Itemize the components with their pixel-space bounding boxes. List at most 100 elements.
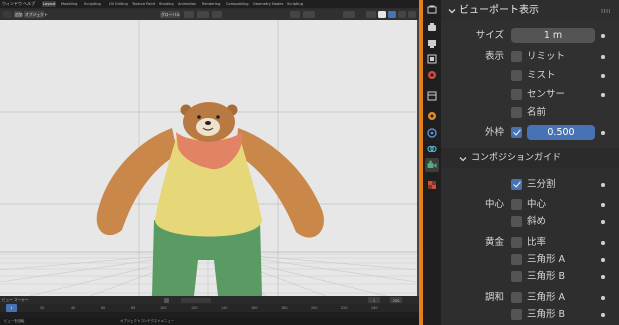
keyframe-dot-icon[interactable] <box>601 34 605 38</box>
keyframe-dot-icon[interactable] <box>601 93 605 97</box>
workspace-tab-modeling[interactable]: Modeling <box>60 1 78 7</box>
tool-icon[interactable] <box>425 3 439 17</box>
chevron-down-icon <box>448 9 456 14</box>
show-sensor-label: センサー <box>527 89 566 100</box>
panel-title: ビューポート表示 <box>459 5 539 16</box>
playhead-frame: 1 <box>10 306 13 310</box>
size-field[interactable]: 1 m <box>511 28 595 43</box>
harmony-triangle-b-row: 三角形 B <box>441 305 619 324</box>
render-icon[interactable] <box>425 20 439 34</box>
workspace-tab-uv-editing[interactable]: UV Editing <box>108 1 129 7</box>
texture-icon[interactable] <box>425 178 439 192</box>
diagonal-checkbox[interactable] <box>511 216 522 227</box>
tick-label: 40 <box>71 306 76 310</box>
output-icon[interactable] <box>425 37 439 51</box>
thirds-checkbox[interactable] <box>511 179 522 190</box>
harmony-triangle-a-checkbox[interactable] <box>511 292 522 303</box>
show-sensor-row: センサー <box>441 85 619 104</box>
shading-solid-button[interactable] <box>378 11 386 18</box>
overlays-toggle[interactable] <box>343 11 355 18</box>
timeline-marker-menu[interactable]: マーカー <box>14 296 28 304</box>
workspace-tab-rendering[interactable]: Rendering <box>201 1 221 7</box>
show-mist-checkbox[interactable] <box>511 70 522 81</box>
object-menu[interactable]: オブジェクト <box>24 11 48 18</box>
shading-options-button[interactable] <box>408 11 416 18</box>
golden-ratio-checkbox[interactable] <box>511 237 522 248</box>
harmony-triangle-b-checkbox[interactable] <box>511 309 522 320</box>
shading-rendered-button[interactable] <box>398 11 406 18</box>
tick-label: 20 <box>40 306 45 310</box>
show-name-checkbox[interactable] <box>511 107 522 118</box>
keyframe-dot-icon[interactable] <box>601 313 605 317</box>
scene-icon[interactable] <box>425 68 439 82</box>
shading-material-button[interactable] <box>388 11 396 18</box>
keyframe-dot-icon[interactable] <box>601 220 605 224</box>
keyframe-dot-icon[interactable] <box>601 241 605 245</box>
passepartout-alpha-slider[interactable]: 0.500 <box>527 125 595 140</box>
camera-data-icon[interactable] <box>425 158 439 172</box>
playhead[interactable]: 1 <box>6 304 17 312</box>
workspace-tab-geometry-nodes[interactable]: Geometry Nodes <box>252 1 284 7</box>
passepartout-checkbox[interactable] <box>511 127 522 138</box>
tick-label: 220 <box>341 306 348 310</box>
add-menu[interactable]: 追加 <box>14 11 23 18</box>
tick-label: 200 <box>311 306 318 310</box>
keyframe-dot-icon[interactable] <box>601 183 605 187</box>
proportional-editing-toggle[interactable] <box>212 11 222 18</box>
workspace-tab-compositing[interactable]: Compositing <box>225 1 250 7</box>
golden-triangle-b-checkbox[interactable] <box>511 271 522 282</box>
workspace-tab-animation[interactable]: Animation <box>177 1 197 7</box>
collection-icon[interactable] <box>425 109 439 123</box>
view-layer-icon[interactable] <box>425 52 439 66</box>
top-menu-bar: ウィンドウ ヘルプ Layout Modeling Sculpting UV E… <box>0 0 419 8</box>
composition-guides-header[interactable]: コンポジションガイド <box>441 148 619 168</box>
xray-toggle[interactable] <box>366 11 376 18</box>
3d-viewport[interactable] <box>0 20 419 296</box>
timeline-view-menu[interactable]: ビュー <box>2 296 13 304</box>
keyframe-dot-icon[interactable] <box>601 131 605 135</box>
snap-toggle[interactable] <box>197 11 209 18</box>
world-icon[interactable] <box>425 89 439 103</box>
chevron-down-icon <box>459 157 467 162</box>
current-frame-field[interactable]: 1 <box>368 297 380 303</box>
menu-help[interactable]: ヘルプ <box>23 0 35 8</box>
tick-label: 240 <box>371 306 378 310</box>
workspace-tab-scripting[interactable]: Scripting <box>286 1 304 7</box>
keyframe-dot-icon[interactable] <box>601 55 605 59</box>
golden-triangle-a-checkbox[interactable] <box>511 254 522 265</box>
viewport-display-panel-header[interactable]: ビューポート表示 <box>441 0 619 22</box>
thirds-label: 三分割 <box>527 179 556 190</box>
playback-controls[interactable] <box>181 297 211 303</box>
playback-jump-start-button[interactable] <box>164 297 169 303</box>
editor-type-button[interactable] <box>3 11 12 18</box>
show-sensor-checkbox[interactable] <box>511 89 522 100</box>
keyframe-dot-icon[interactable] <box>601 203 605 207</box>
modifier-icon[interactable] <box>425 142 439 156</box>
drag-handle-icon[interactable] <box>601 9 610 13</box>
keyframe-dot-icon[interactable] <box>601 74 605 78</box>
gizmo-toggle[interactable] <box>303 11 315 18</box>
object-icon[interactable] <box>425 126 439 140</box>
end-frame-field[interactable]: 250 <box>390 297 402 303</box>
pivot-point-button[interactable] <box>184 11 194 18</box>
workspace-tab-sculpting[interactable]: Sculpting <box>83 1 102 7</box>
center-checkbox[interactable] <box>511 199 522 210</box>
workspace-tab-layout[interactable]: Layout <box>42 1 57 7</box>
workspace-tab-texture-paint[interactable]: Texture Paint <box>131 1 156 7</box>
golden-triangle-b-label: 三角形 B <box>527 271 566 282</box>
tick-label: 60 <box>101 306 106 310</box>
scene-drawing <box>0 20 417 296</box>
tick-label: 140 <box>221 306 228 310</box>
visibility-icon[interactable] <box>290 11 300 18</box>
timeline-ruler[interactable]: 0 20 40 60 80 100 120 140 160 180 200 22… <box>0 304 419 312</box>
workspace-tab-shading[interactable]: Shading <box>158 1 175 7</box>
properties-tabs <box>423 0 441 325</box>
show-limits-checkbox[interactable] <box>511 51 522 62</box>
keyframe-dot-icon[interactable] <box>601 258 605 262</box>
keyframe-dot-icon[interactable] <box>601 275 605 279</box>
keyframe-dot-icon[interactable] <box>601 296 605 300</box>
menu-window[interactable]: ウィンドウ <box>2 0 22 8</box>
transform-orientation-dropdown[interactable]: グローバル <box>160 11 180 18</box>
properties-panel: ビューポート表示 サイズ 1 m 表示 リミット ミスト センサー 名前 外枠 … <box>441 0 619 325</box>
show-label: 表示 <box>484 51 504 62</box>
